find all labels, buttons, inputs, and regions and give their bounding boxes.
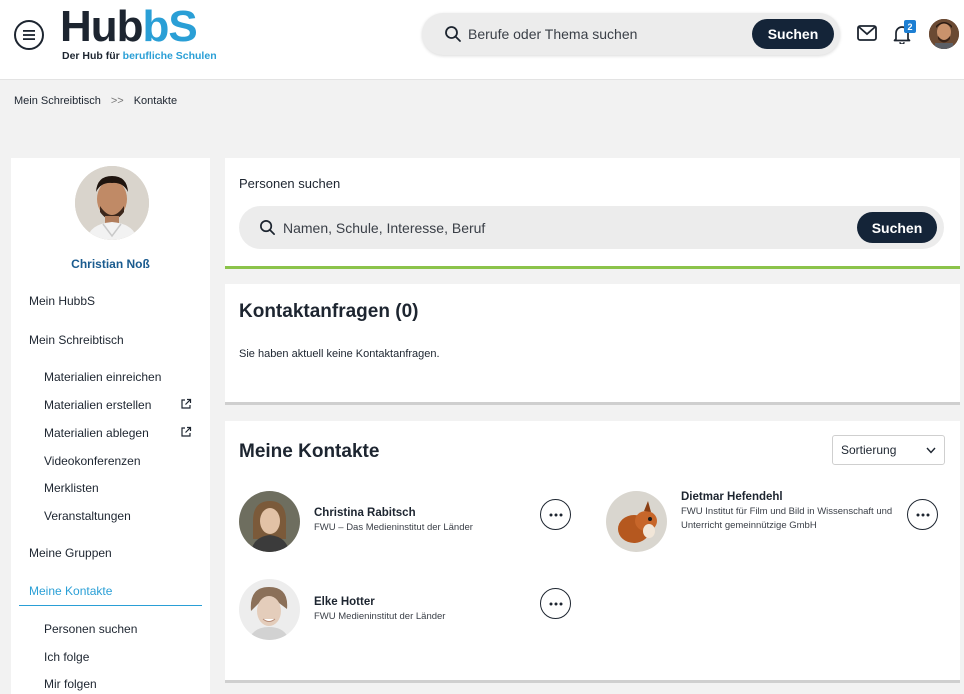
breadcrumb-item-schreibtisch[interactable]: Mein Schreibtisch — [14, 95, 101, 107]
chevron-down-icon — [926, 447, 936, 454]
contact-more-button[interactable] — [540, 588, 571, 619]
contact-card[interactable]: Dietmar Hefendehl FWU Institut für Film … — [606, 491, 946, 553]
contact-name[interactable]: Christina Rabitsch — [314, 507, 416, 519]
contact-photo — [606, 491, 667, 552]
contact-requests-empty-text: Sie haben aktuell keine Kontaktanfragen. — [239, 348, 440, 360]
more-dots-icon — [549, 602, 562, 605]
logo-tagline: Der Hub für berufliche Schulen — [62, 50, 217, 62]
user-avatar[interactable] — [929, 19, 959, 49]
sidebar-item-meine-gruppen[interactable]: Meine Gruppen — [29, 546, 112, 560]
contact-more-button[interactable] — [540, 499, 571, 530]
contact-name[interactable]: Dietmar Hefendehl — [681, 491, 783, 503]
profile-avatar[interactable] — [75, 166, 149, 240]
profile-photo — [75, 166, 149, 240]
sidebar-item-veranstaltungen[interactable]: Veranstaltungen — [44, 509, 131, 523]
more-dots-icon — [916, 513, 929, 516]
people-search-field: Suchen — [239, 206, 944, 249]
hubbs-logo[interactable]: HubbS Der Hub für berufliche Schulen — [60, 2, 230, 66]
sidebar-item-mein-hubbs[interactable]: Mein HubbS — [29, 294, 95, 308]
contact-card[interactable]: Christina Rabitsch FWU – Das Medieninsti… — [239, 491, 579, 553]
global-search-input[interactable] — [468, 23, 748, 45]
people-search-panel: Personen suchen Suchen — [225, 158, 960, 269]
my-contacts-panel: Meine Kontakte Sortierung Christina Rabi… — [225, 421, 960, 683]
breadcrumb-item-kontakte: Kontakte — [133, 95, 178, 107]
people-search-input[interactable] — [283, 218, 783, 238]
global-search-button[interactable]: Suchen — [752, 19, 834, 49]
sidebar: Christian Noß Mein HubbS Mein Schreibtis… — [11, 158, 210, 694]
profile-name[interactable]: Christian Noß — [11, 257, 210, 271]
notifications-button[interactable]: 2 — [893, 20, 917, 46]
sort-label: Sortierung — [841, 443, 897, 457]
notification-badge: 2 — [904, 20, 916, 33]
sidebar-item-materialien-erstellen[interactable]: Materialien erstellen — [44, 398, 151, 412]
sidebar-item-personen-suchen[interactable]: Personen suchen — [44, 622, 137, 636]
mail-icon[interactable] — [857, 25, 877, 41]
external-link-icon — [181, 426, 192, 437]
breadcrumb-separator: >> — [110, 95, 124, 107]
sidebar-item-merklisten[interactable]: Merklisten — [44, 481, 99, 495]
user-photo — [929, 19, 959, 49]
global-search: Suchen — [422, 13, 840, 55]
contact-organization: FWU Medieninstitut der Länder — [314, 611, 446, 622]
people-search-button[interactable]: Suchen — [857, 212, 937, 243]
contact-requests-title: Kontaktanfragen (0) — [239, 301, 419, 322]
contact-more-button[interactable] — [907, 499, 938, 530]
contact-requests-panel: Kontaktanfragen (0) Sie haben aktuell ke… — [225, 284, 960, 405]
contact-organization: FWU Institut für Film und Bild in Wissen… — [681, 506, 893, 531]
search-icon — [260, 220, 275, 235]
logo-wordmark: HubbS — [60, 2, 198, 51]
contact-photo — [239, 491, 300, 552]
sidebar-item-mir-folgen[interactable]: Mir folgen — [44, 677, 97, 691]
hamburger-icon — [23, 30, 35, 40]
sidebar-item-meine-kontakte[interactable]: Meine Kontakte — [29, 584, 112, 598]
breadcrumb: Mein Schreibtisch >> Kontakte — [14, 95, 177, 107]
contact-photo — [239, 579, 300, 640]
top-header: HubbS Der Hub für berufliche Schulen Suc… — [0, 0, 964, 80]
my-contacts-title: Meine Kontakte — [239, 441, 380, 462]
contact-organization: FWU – Das Medieninstitut der Länder — [314, 522, 473, 533]
contact-card[interactable]: Elke Hotter FWU Medieninstitut der Lände… — [239, 579, 579, 641]
more-dots-icon — [549, 513, 562, 516]
sidebar-item-mein-schreibtisch[interactable]: Mein Schreibtisch — [29, 333, 124, 347]
sidebar-item-materialien-einreichen[interactable]: Materialien einreichen — [44, 370, 161, 384]
sort-dropdown[interactable]: Sortierung — [832, 435, 945, 465]
sidebar-item-materialien-ablegen[interactable]: Materialien ablegen — [44, 426, 149, 440]
menu-button[interactable] — [14, 20, 44, 50]
active-indicator — [19, 605, 202, 606]
external-link-icon — [181, 398, 192, 409]
sidebar-item-ich-folge[interactable]: Ich folge — [44, 650, 89, 664]
people-search-label: Personen suchen — [239, 176, 341, 191]
sidebar-item-videokonferenzen[interactable]: Videokonferenzen — [44, 454, 141, 468]
contact-name[interactable]: Elke Hotter — [314, 596, 375, 608]
search-icon — [445, 26, 461, 42]
